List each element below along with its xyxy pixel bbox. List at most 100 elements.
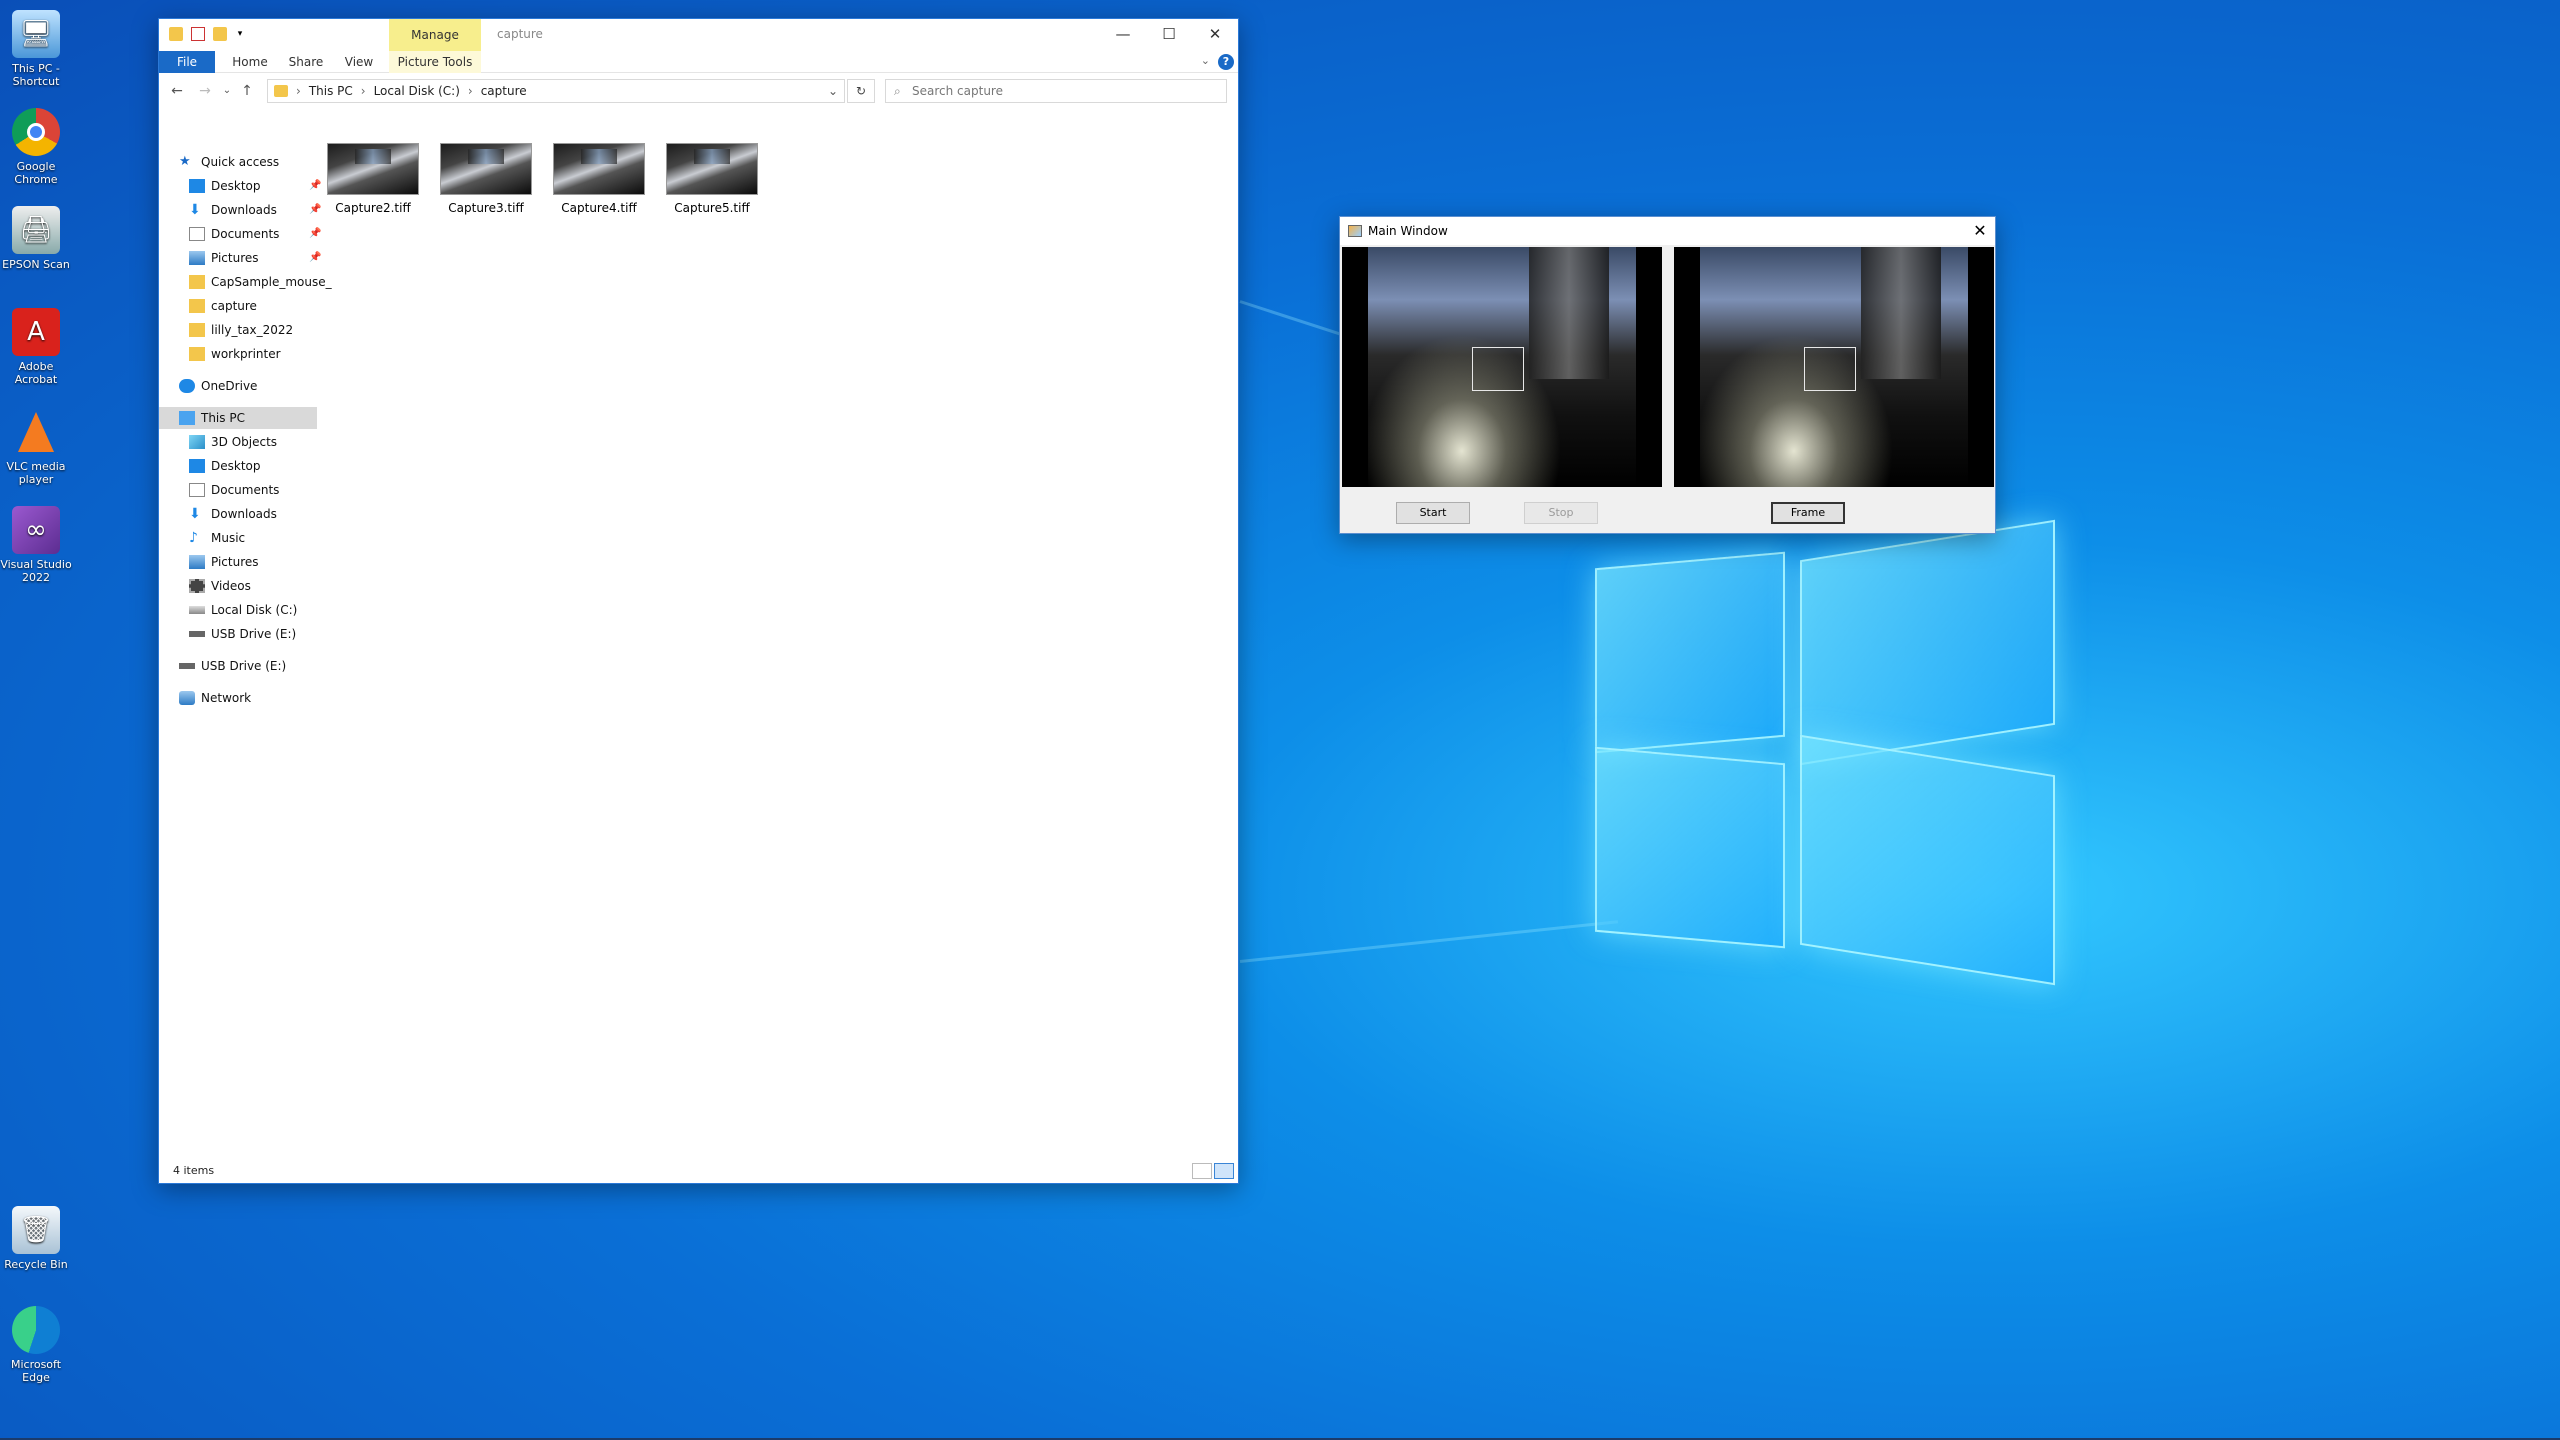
breadcrumb-this-pc[interactable]: This PC: [309, 84, 353, 98]
nav-item-pc-desktop[interactable]: Desktop: [189, 455, 261, 477]
folder-icon: [189, 275, 205, 289]
nav-item-workprinter[interactable]: workprinter: [189, 343, 281, 365]
file-explorer-window: ▾ Manage capture — ☐ ✕ File Home Share V…: [158, 18, 1239, 1184]
music-note-icon: ♪: [189, 530, 198, 546]
search-placeholder: Search capture: [912, 84, 1003, 98]
nav-item-documents[interactable]: Documents 📌: [189, 223, 321, 245]
windows-logo: [1560, 500, 2080, 1020]
nav-onedrive[interactable]: OneDrive: [179, 375, 257, 397]
title-bar: Main Window ✕: [1340, 217, 1995, 245]
navigation-bar: ← → ⌄ ↑ › This PC › Local Disk (C:) › ca…: [159, 73, 1238, 109]
nav-item-usb-drive[interactable]: USB Drive (E:): [189, 623, 296, 645]
forward-button[interactable]: →: [195, 82, 215, 100]
file-name: Capture4.tiff: [561, 201, 637, 215]
maximize-button[interactable]: ☐: [1146, 19, 1192, 51]
details-view-button[interactable]: [1192, 1163, 1212, 1179]
breadcrumb-separator: ›: [467, 84, 473, 98]
chevron-down-icon[interactable]: ⌄: [828, 84, 838, 98]
edge-icon: [12, 1306, 60, 1354]
minimize-button[interactable]: —: [1100, 19, 1146, 51]
tab-view[interactable]: View: [335, 51, 383, 73]
file-name: Capture2.tiff: [335, 201, 411, 215]
window-title: capture: [497, 27, 543, 41]
tab-home[interactable]: Home: [223, 51, 277, 73]
desktop-icon-acrobat[interactable]: A Adobe Acrobat: [0, 308, 72, 386]
nav-item-3d-objects[interactable]: 3D Objects: [189, 431, 277, 453]
star-icon: ★: [179, 154, 191, 169]
title-bar: ▾ Manage capture — ☐ ✕: [159, 19, 1238, 51]
chevron-down-icon[interactable]: ▾: [235, 27, 245, 41]
app-icon: [1348, 225, 1362, 237]
folder-icon: [189, 323, 205, 337]
nav-item-videos[interactable]: Videos: [189, 575, 251, 597]
captured-frame-panel: [1674, 247, 1994, 487]
close-button[interactable]: ✕: [1192, 19, 1238, 51]
recent-locations-button[interactable]: ⌄: [217, 82, 237, 100]
back-button[interactable]: ←: [167, 82, 187, 100]
up-button[interactable]: ↑: [237, 82, 257, 100]
frame-button[interactable]: Frame: [1771, 502, 1845, 524]
file-name: Capture3.tiff: [448, 201, 524, 215]
usb-drive-icon: [179, 663, 195, 669]
nav-item-local-disk[interactable]: Local Disk (C:): [189, 599, 297, 621]
breadcrumb-separator: ›: [360, 84, 366, 98]
tab-manage[interactable]: Manage: [389, 19, 481, 51]
file-item[interactable]: Capture2.tiff: [317, 141, 429, 215]
desktop-icon: [189, 179, 205, 193]
file-list: Capture2.tiff Capture3.tiff Capture4.tif…: [317, 141, 1238, 1161]
nav-item-capture[interactable]: capture: [189, 295, 257, 317]
properties-icon[interactable]: [191, 27, 205, 41]
help-icon[interactable]: ?: [1218, 54, 1234, 70]
expand-ribbon-icon[interactable]: ⌄: [1201, 54, 1210, 67]
start-button[interactable]: Start: [1396, 502, 1470, 524]
desktop-icon-visual-studio[interactable]: ∞ Visual Studio 2022: [0, 506, 72, 584]
nav-usb-drive[interactable]: USB Drive (E:): [179, 655, 286, 677]
nav-item-lilly-tax[interactable]: lilly_tax_2022: [189, 319, 293, 341]
nav-item-music[interactable]: ♪ Music: [189, 527, 245, 549]
recycle-bin-icon: 🗑: [12, 1206, 60, 1254]
breadcrumb-local-disk[interactable]: Local Disk (C:): [374, 84, 460, 98]
refresh-button[interactable]: ↻: [847, 79, 875, 103]
search-input[interactable]: ⌕ Search capture: [885, 79, 1227, 103]
desktop-icon-vlc[interactable]: VLC media player: [0, 408, 72, 486]
nav-item-capsample[interactable]: CapSample_mouse_: [189, 271, 332, 293]
desktop-icon-epson-scan[interactable]: 🖨 EPSON Scan: [0, 206, 72, 271]
nav-item-pc-pictures[interactable]: Pictures: [189, 551, 259, 573]
desktop-icon-recycle-bin[interactable]: 🗑 Recycle Bin: [0, 1206, 72, 1271]
desktop-icon-edge[interactable]: Microsoft Edge: [0, 1306, 72, 1384]
status-bar: 4 items: [159, 1159, 1238, 1183]
image-thumbnail: [666, 143, 758, 195]
folder-icon[interactable]: [169, 27, 183, 41]
address-bar[interactable]: › This PC › Local Disk (C:) › capture ⌄: [267, 79, 845, 103]
item-count: 4 items: [173, 1164, 215, 1177]
cube-icon: [189, 435, 205, 449]
tab-file[interactable]: File: [159, 51, 215, 73]
breadcrumb-separator: ›: [296, 84, 301, 98]
nav-item-pc-downloads[interactable]: ⬇ Downloads: [189, 503, 277, 525]
close-button[interactable]: ✕: [1965, 217, 1995, 245]
file-item[interactable]: Capture4.tiff: [543, 141, 655, 215]
large-icons-view-button[interactable]: [1214, 1163, 1234, 1179]
file-item[interactable]: Capture3.tiff: [430, 141, 542, 215]
desktop-icon-chrome[interactable]: Google Chrome: [0, 108, 72, 186]
desktop-icon-this-pc[interactable]: 🖥 This PC - Shortcut: [0, 10, 72, 88]
new-folder-icon[interactable]: [213, 27, 227, 41]
cloud-icon: [179, 379, 195, 393]
breadcrumb-capture[interactable]: capture: [481, 84, 527, 98]
nav-this-pc[interactable]: This PC: [159, 407, 317, 429]
nav-quick-access[interactable]: ★ Quick access: [179, 151, 279, 173]
scanner-icon: 🖨: [12, 206, 60, 254]
nav-item-downloads[interactable]: ⬇ Downloads 📌: [189, 199, 321, 221]
download-icon: ⬇: [189, 202, 201, 218]
image-thumbnail: [440, 143, 532, 195]
tab-share[interactable]: Share: [279, 51, 333, 73]
tab-picture-tools[interactable]: Picture Tools: [389, 51, 481, 73]
stop-button[interactable]: Stop: [1524, 502, 1598, 524]
nav-network[interactable]: Network: [179, 687, 251, 709]
nav-item-desktop[interactable]: Desktop 📌: [189, 175, 321, 197]
network-icon: [179, 691, 195, 705]
nav-item-pc-documents[interactable]: Documents: [189, 479, 279, 501]
file-item[interactable]: Capture5.tiff: [656, 141, 768, 215]
nav-item-pictures[interactable]: Pictures 📌: [189, 247, 321, 269]
folder-icon: [274, 85, 288, 97]
